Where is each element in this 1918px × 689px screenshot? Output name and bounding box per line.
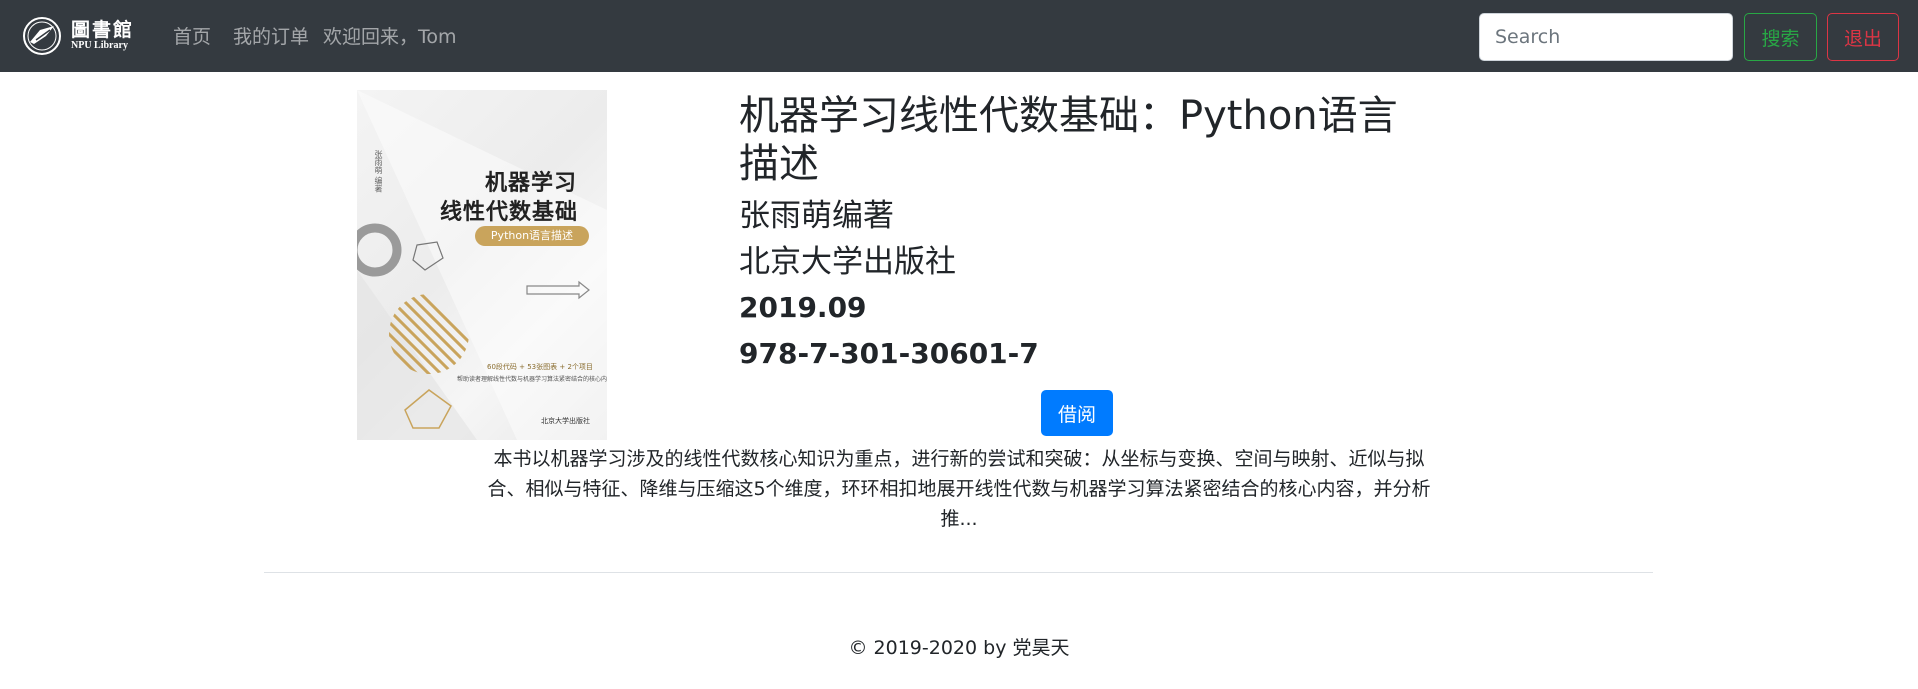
book-isbn: 978-7-301-30601-7 bbox=[739, 337, 1039, 370]
logo-chinese-text: 圖書館 bbox=[71, 19, 135, 41]
book-cover-image: 张雨萌 编著 机器学习 线性代数基础 Python语言描述 60段代码 + 53… bbox=[357, 90, 607, 440]
borrow-button[interactable]: 借阅 bbox=[1041, 390, 1113, 436]
book-title: 机器学习线性代数基础：Python语言描述 bbox=[739, 93, 1398, 187]
logout-button[interactable]: 退出 bbox=[1827, 13, 1899, 61]
navbar: 圖書館 NPU Library 首页 我的订单 欢迎回来，Tom 搜索 退出 bbox=[0, 0, 1918, 72]
cover-blurb: 帮助读者理解线性代数与机器学习算法紧密结合的核心内容 bbox=[457, 376, 607, 383]
book-description: 本书以机器学习涉及的线性代数核心知识为重点，进行新的尝试和突破：从坐标与变换、空… bbox=[487, 448, 1431, 530]
library-emblem-icon bbox=[23, 17, 61, 55]
welcome-text: 欢迎回来，Tom bbox=[323, 26, 457, 48]
book-publish-date: 2019.09 bbox=[739, 291, 867, 324]
cover-title-line2: 线性代数基础 bbox=[440, 200, 579, 225]
cover-author-vertical: 张雨萌 编著 bbox=[374, 150, 383, 193]
cover-title-line1: 机器学习 bbox=[485, 171, 578, 196]
cover-tagline: 60段代码 + 53张图表 + 2个项目 bbox=[487, 363, 593, 371]
nav-home-link[interactable]: 首页 bbox=[173, 24, 211, 50]
cover-subtitle-badge: Python语言描述 bbox=[475, 226, 589, 246]
book-publisher: 北京大学出版社 bbox=[739, 244, 956, 280]
search-button[interactable]: 搜索 bbox=[1744, 13, 1817, 61]
cover-artwork bbox=[357, 90, 607, 440]
logo-english-text: NPU Library bbox=[71, 40, 128, 51]
book-author: 张雨萌编著 bbox=[739, 198, 894, 234]
cover-publisher: 北京大学出版社 bbox=[541, 417, 590, 425]
search-input[interactable] bbox=[1479, 13, 1733, 61]
footer-divider bbox=[264, 572, 1653, 573]
library-logo[interactable]: 圖書館 NPU Library bbox=[20, 16, 138, 56]
footer-copyright: © 2019-2020 by 党昊天 bbox=[848, 637, 1070, 659]
nav-orders-link[interactable]: 我的订单 bbox=[233, 24, 309, 50]
